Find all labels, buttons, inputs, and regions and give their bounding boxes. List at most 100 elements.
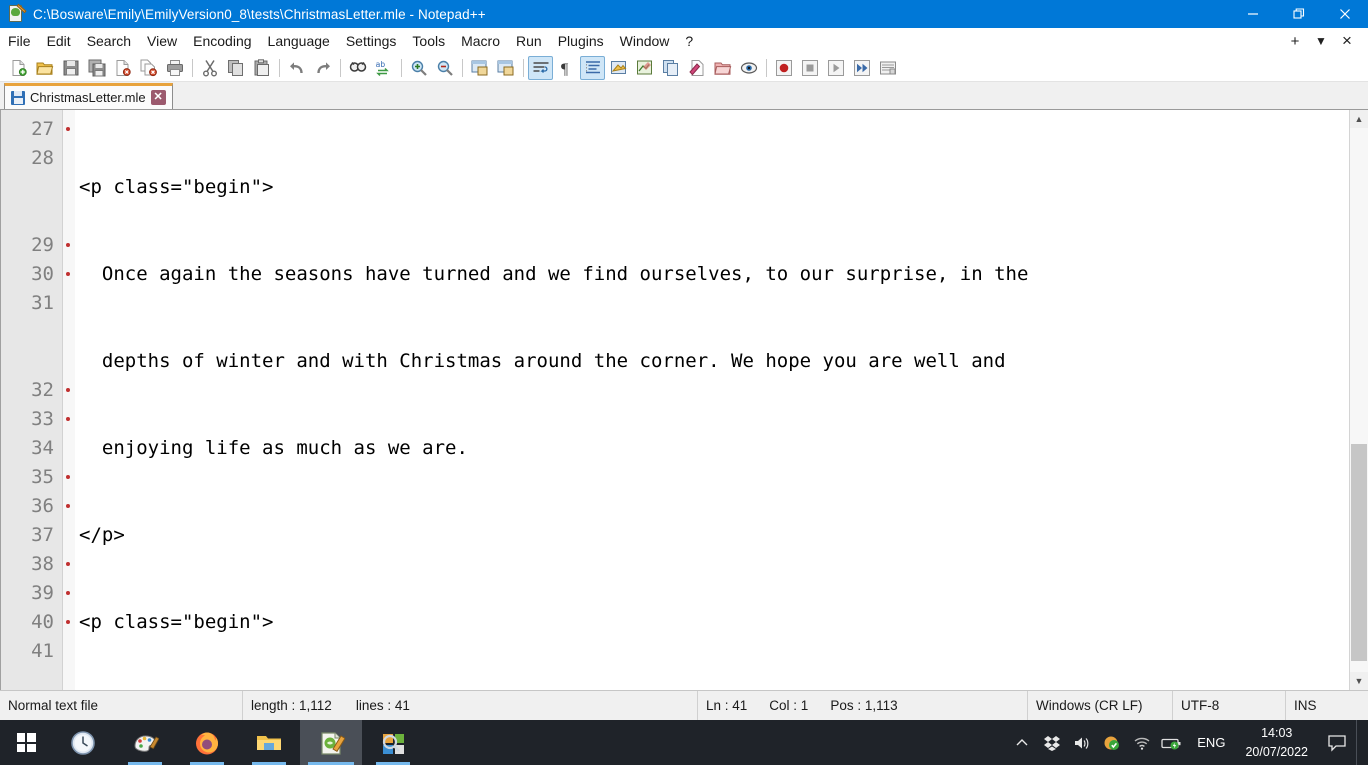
close-file-icon[interactable] xyxy=(110,56,135,80)
notepad-plus-plus-icon xyxy=(8,3,27,23)
document-map-icon[interactable] xyxy=(632,56,657,80)
tab-list-dropdown-icon[interactable]: ▼ xyxy=(1308,30,1334,52)
macro-stop-icon[interactable] xyxy=(797,56,822,80)
copy-icon[interactable] xyxy=(223,56,248,80)
macro-play-icon[interactable] xyxy=(823,56,848,80)
windows-settings-icon[interactable] xyxy=(362,720,424,765)
fold-marker[interactable] xyxy=(63,376,75,405)
scroll-up-arrow-icon[interactable]: ▲ xyxy=(1350,110,1368,128)
close-icon[interactable] xyxy=(1322,0,1368,28)
minimize-icon[interactable] xyxy=(1230,0,1276,28)
fold-margin[interactable] xyxy=(63,110,75,690)
menu-encoding[interactable]: Encoding xyxy=(185,30,259,52)
show-hidden-icons-chevron-icon[interactable] xyxy=(1007,720,1037,765)
wifi-icon[interactable] xyxy=(1127,720,1157,765)
restore-icon[interactable] xyxy=(1276,0,1322,28)
paste-icon[interactable] xyxy=(249,56,274,80)
save-all-icon[interactable] xyxy=(84,56,109,80)
document-list-icon[interactable] xyxy=(658,56,683,80)
tab-close-icon[interactable]: ✕ xyxy=(150,90,166,105)
new-tab-plus-icon[interactable]: + xyxy=(1282,30,1308,52)
close-tab-icon[interactable]: × xyxy=(1334,30,1360,52)
macro-record-icon[interactable] xyxy=(771,56,796,80)
menu-run[interactable]: Run xyxy=(508,30,550,52)
show-all-characters-icon[interactable]: ¶ xyxy=(554,56,579,80)
function-list-icon[interactable] xyxy=(684,56,709,80)
tab-christmasletter[interactable]: ChristmasLetter.mle ✕ xyxy=(4,83,173,109)
new-file-icon[interactable] xyxy=(6,56,31,80)
antivirus-shield-icon[interactable] xyxy=(1097,720,1127,765)
firefox-icon[interactable] xyxy=(176,720,238,765)
fold-marker[interactable] xyxy=(63,405,75,434)
fold-marker[interactable] xyxy=(63,492,75,521)
menu-view[interactable]: View xyxy=(139,30,185,52)
clock[interactable]: 14:03 20/07/2022 xyxy=(1235,720,1318,765)
scrollbar-thumb[interactable] xyxy=(1351,443,1367,662)
macro-save-icon[interactable] xyxy=(875,56,900,80)
menu-settings[interactable]: Settings xyxy=(338,30,405,52)
sync-vertical-scroll-icon[interactable] xyxy=(467,56,492,80)
zoom-out-icon[interactable] xyxy=(432,56,457,80)
menu-tools[interactable]: Tools xyxy=(404,30,453,52)
fold-marker[interactable] xyxy=(63,579,75,608)
menu-language[interactable]: Language xyxy=(260,30,338,52)
redo-icon[interactable] xyxy=(310,56,335,80)
status-length-lines: length : 1,112 lines : 41 xyxy=(243,690,698,721)
battery-icon[interactable] xyxy=(1157,720,1187,765)
close-all-files-icon[interactable] xyxy=(136,56,161,80)
tab-label: ChristmasLetter.mle xyxy=(30,90,146,105)
print-icon[interactable] xyxy=(162,56,187,80)
fold-marker[interactable] xyxy=(63,231,75,260)
fold-marker[interactable] xyxy=(63,260,75,289)
line-number: 37 xyxy=(31,524,54,546)
user-defined-language-icon[interactable] xyxy=(606,56,631,80)
find-icon[interactable] xyxy=(345,56,370,80)
fold-marker[interactable] xyxy=(63,608,75,637)
fold-marker[interactable] xyxy=(63,115,75,144)
zoom-in-icon[interactable] xyxy=(406,56,431,80)
fold-marker[interactable] xyxy=(63,463,75,492)
indent-guide-icon[interactable] xyxy=(580,55,605,80)
folder-as-workspace-icon[interactable] xyxy=(710,56,735,80)
menu-edit[interactable]: Edit xyxy=(39,30,79,52)
save-icon[interactable] xyxy=(58,56,83,80)
show-desktop-button[interactable] xyxy=(1356,720,1364,765)
paint-icon[interactable] xyxy=(114,720,176,765)
menu-window[interactable]: Window xyxy=(612,30,678,52)
notepadpp-window: C:\Bosware\Emily\EmilyVersion0_8\tests\C… xyxy=(0,0,1368,765)
word-wrap-icon[interactable] xyxy=(528,55,553,80)
fold-marker[interactable] xyxy=(63,550,75,579)
notepad-plus-plus-icon[interactable] xyxy=(300,720,362,765)
menu-help[interactable]: ? xyxy=(677,30,701,52)
windows-start-icon[interactable] xyxy=(0,720,52,765)
toolbar-separator xyxy=(401,58,402,77)
cortana-clock-icon[interactable] xyxy=(52,720,114,765)
language-indicator[interactable]: ENG xyxy=(1187,720,1235,765)
status-col: Col : 1 xyxy=(769,698,809,713)
line-number: 39 xyxy=(31,582,54,604)
open-file-icon[interactable] xyxy=(32,56,57,80)
code-line: </p> xyxy=(79,524,125,546)
file-explorer-icon[interactable] xyxy=(238,720,300,765)
window-controls xyxy=(1230,0,1368,28)
toolbar-separator xyxy=(523,58,524,77)
cut-icon[interactable] xyxy=(197,56,222,80)
menu-plugins[interactable]: Plugins xyxy=(550,30,612,52)
dropbox-icon[interactable] xyxy=(1037,720,1067,765)
vertical-scrollbar[interactable]: ▲ ▼ xyxy=(1349,110,1368,690)
code-text-area[interactable]: <p class="begin"> Once again the seasons… xyxy=(75,110,1349,690)
action-center-icon[interactable] xyxy=(1318,720,1356,765)
menu-macro[interactable]: Macro xyxy=(453,30,508,52)
scrollbar-track[interactable] xyxy=(1350,128,1368,672)
menu-search[interactable]: Search xyxy=(79,30,139,52)
volume-icon[interactable] xyxy=(1067,720,1097,765)
undo-icon[interactable] xyxy=(284,56,309,80)
monitoring-icon[interactable] xyxy=(736,56,761,80)
menu-file[interactable]: File xyxy=(0,30,39,52)
line-number: 29 xyxy=(31,234,54,256)
replace-icon[interactable]: ab xyxy=(371,56,396,80)
scroll-down-arrow-icon[interactable]: ▼ xyxy=(1350,672,1368,690)
sync-horizontal-scroll-icon[interactable] xyxy=(493,56,518,80)
macro-run-multiple-icon[interactable] xyxy=(849,56,874,80)
line-number xyxy=(1,202,62,231)
